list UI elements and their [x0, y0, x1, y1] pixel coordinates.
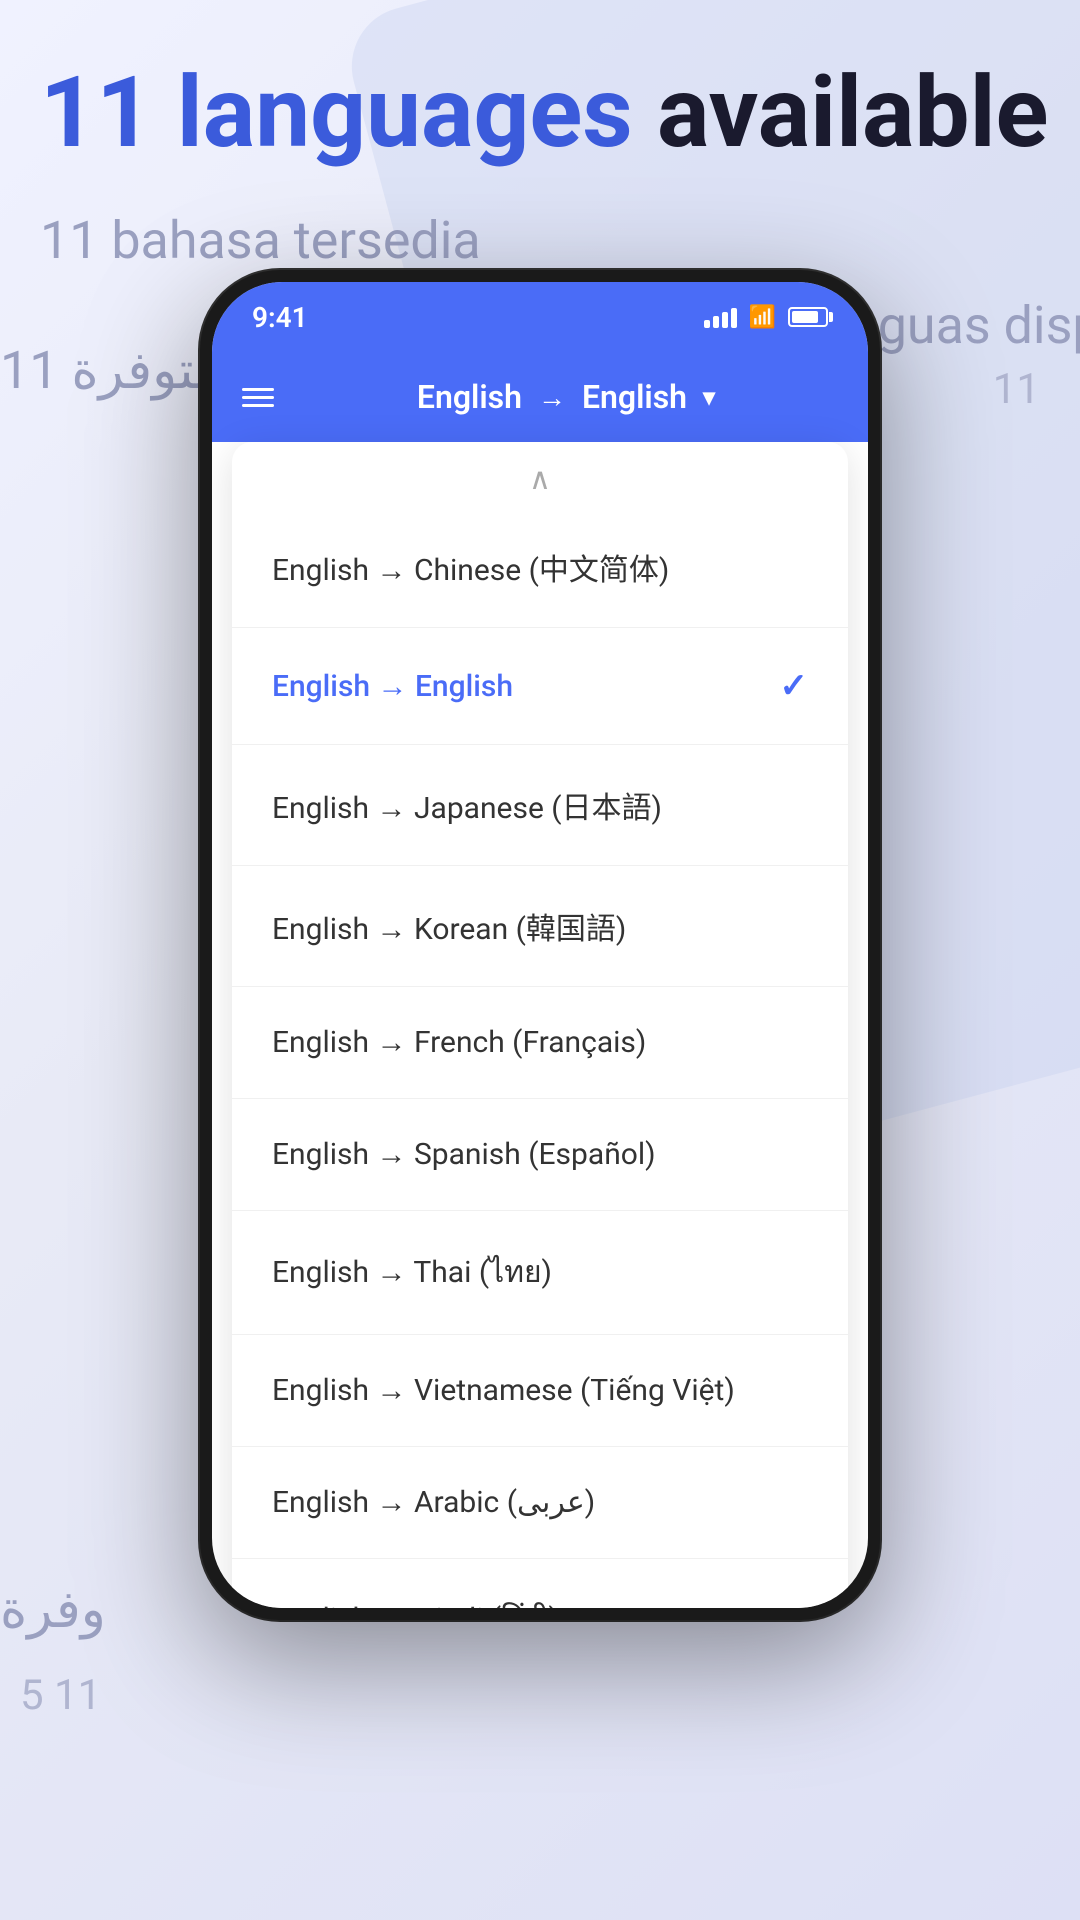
phone-inner: 9:41 📶: [212, 282, 868, 1608]
phone-mockup: 9:41 📶: [200, 270, 880, 1620]
language-item-label: English → Korean (韓国語): [272, 904, 626, 948]
bg-bottom-arabic: وفرة: [0, 1579, 106, 1640]
language-list-item[interactable]: English → Spanish (Español): [232, 1099, 848, 1211]
language-list-item[interactable]: English → Japanese (日本語): [232, 745, 848, 866]
language-list-item[interactable]: English → Korean (韓国語): [232, 866, 848, 987]
language-list-item[interactable]: English → English ✓: [232, 628, 848, 745]
bg-title: 11 languages available: [40, 55, 1048, 170]
chevron-up-icon[interactable]: ∧: [232, 442, 848, 507]
language-list-item[interactable]: English → Hindi (हिंदी): [232, 1559, 848, 1608]
menu-button[interactable]: [242, 388, 274, 407]
language-item-label: English → English: [272, 669, 513, 704]
bg-title-highlight: 11 languages: [40, 55, 633, 170]
language-list: English → Chinese (中文简体) English → Englis…: [232, 507, 848, 1608]
language-list-item[interactable]: English → Vietnamese (Tiếng Việt): [232, 1335, 848, 1447]
app-header: English → English ▾: [212, 352, 868, 442]
status-time: 9:41: [252, 301, 308, 334]
bg-subtitle-number: 11: [993, 365, 1040, 414]
status-bar: 9:41 📶: [212, 282, 868, 352]
language-item-label: English → Japanese (日本語): [272, 783, 662, 827]
header-source-lang: English: [417, 378, 522, 416]
language-item-label: English → French (Français): [272, 1025, 646, 1060]
language-item-label: English → Hindi (हिंदी): [272, 1597, 559, 1608]
language-item-label: English → Thai (ไทย): [272, 1249, 552, 1296]
language-dropdown[interactable]: ∧ English → Chinese (中文简体) English → Engl…: [232, 442, 848, 1608]
header-target-lang: English: [582, 378, 687, 416]
signal-icon: [704, 306, 737, 328]
bg-subtitle-indonesian: 11 bahasa tersedia: [40, 210, 481, 271]
bg-bottom-num: 5 11: [20, 1671, 101, 1720]
language-item-label: English → Chinese (中文简体): [272, 545, 669, 589]
bg-title-normal: available: [633, 55, 1049, 170]
wifi-icon: 📶: [749, 305, 776, 330]
status-icons: 📶: [704, 305, 828, 330]
language-item-label: English → Vietnamese (Tiếng Việt): [272, 1373, 735, 1408]
language-item-label: English → Arabic (عربی): [272, 1485, 595, 1520]
language-item-label: English → Spanish (Español): [272, 1137, 656, 1172]
language-list-item[interactable]: English → French (Français): [232, 987, 848, 1099]
header-language-selector[interactable]: English → English ▾: [294, 378, 838, 416]
phone-outer: 9:41 📶: [200, 270, 880, 1620]
language-list-item[interactable]: English → Thai (ไทย): [232, 1211, 848, 1335]
battery-icon: [788, 307, 828, 327]
selected-checkmark-icon: ✓: [780, 666, 809, 706]
language-list-item[interactable]: English → Arabic (عربی): [232, 1447, 848, 1559]
arrow-right-icon: →: [538, 381, 566, 414]
chevron-down-icon[interactable]: ▾: [703, 383, 715, 411]
language-list-item[interactable]: English → Chinese (中文简体): [232, 507, 848, 628]
